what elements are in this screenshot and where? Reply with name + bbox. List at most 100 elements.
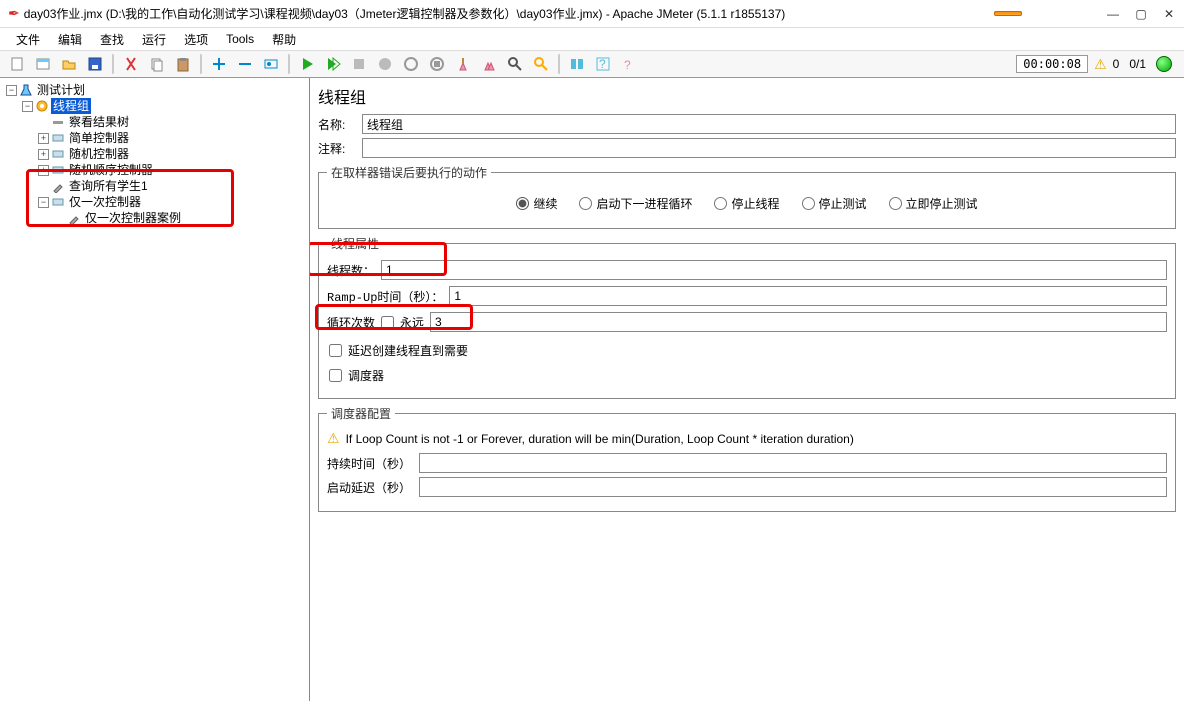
scheduler-legend: 调度器配置 <box>327 405 395 422</box>
radio-continue[interactable]: 继续 <box>516 195 557 212</box>
expand-icon[interactable]: + <box>38 133 49 144</box>
radio-stop-now[interactable]: 立即停止测试 <box>889 195 978 212</box>
start-icon[interactable] <box>296 53 318 75</box>
remote-stop-icon[interactable] <box>426 53 448 75</box>
tree-random-controller[interactable]: +随机控制器 <box>36 146 307 162</box>
collapse-icon[interactable]: − <box>38 197 49 208</box>
menubar: 文件 编辑 查找 运行 选项 Tools 帮助 <box>0 28 1184 50</box>
minimize-icon[interactable]: — <box>1106 7 1120 21</box>
loops-input[interactable] <box>430 312 1167 332</box>
titlebar: ✒ day03作业.jmx (D:\我的工作\自动化测试学习\课程视频\day0… <box>0 0 1184 28</box>
templates-icon[interactable] <box>32 53 54 75</box>
startup-delay-input[interactable] <box>419 477 1167 497</box>
help-shortcut-icon[interactable]: ? <box>592 53 614 75</box>
expand-icon[interactable]: + <box>38 165 49 176</box>
save-icon[interactable] <box>84 53 106 75</box>
collapse-icon[interactable]: − <box>6 85 17 96</box>
menu-run[interactable]: 运行 <box>134 29 174 50</box>
menu-tools[interactable]: Tools <box>218 30 262 48</box>
tree-sampler-query[interactable]: 查询所有学生1 <box>36 178 307 194</box>
separator <box>288 54 290 74</box>
warning-icon: ⚠ <box>327 430 340 447</box>
threads-label: 线程数： <box>327 262 375 279</box>
toolbar: ? ? 00:00:08 ⚠ 0 0/1 <box>0 50 1184 78</box>
controller-icon <box>51 147 65 161</box>
forever-label: 永远 <box>400 314 424 331</box>
controller-icon <box>51 163 65 177</box>
loops-label: 循环次数 <box>327 314 375 331</box>
tree-once-only-case[interactable]: 仅一次控制器案例 <box>52 210 307 226</box>
menu-file[interactable]: 文件 <box>8 29 48 50</box>
app-icon: ✒ <box>8 5 20 22</box>
tree-once-only-controller[interactable]: −仅一次控制器 <box>36 194 307 210</box>
stop-icon[interactable] <box>348 53 370 75</box>
reset-search-icon[interactable] <box>530 53 552 75</box>
expand-icon[interactable]: + <box>38 149 49 160</box>
duration-label: 持续时间（秒） <box>327 455 413 472</box>
copy-icon[interactable] <box>146 53 168 75</box>
panel-heading: 线程组 <box>318 84 1176 108</box>
menu-help[interactable]: 帮助 <box>264 29 304 50</box>
controller-icon <box>51 131 65 145</box>
svg-text:?: ? <box>624 58 631 72</box>
threads-input[interactable] <box>381 260 1167 280</box>
function-helper-icon[interactable] <box>566 53 588 75</box>
open-icon[interactable] <box>58 53 80 75</box>
toggle-icon[interactable] <box>260 53 282 75</box>
tree-pane[interactable]: − 测试计划 − 线程组 察看结果树 <box>0 78 310 701</box>
tree-random-order-controller[interactable]: +随机顺序控制器 <box>36 162 307 178</box>
spool-icon <box>35 99 49 113</box>
collapse-icon[interactable]: − <box>22 101 33 112</box>
separator <box>558 54 560 74</box>
shutdown-icon[interactable] <box>374 53 396 75</box>
remote-start-icon[interactable] <box>400 53 422 75</box>
expand-icon[interactable] <box>208 53 230 75</box>
delay-create-checkbox[interactable] <box>329 344 342 357</box>
warning-icon[interactable]: ⚠ <box>1094 56 1107 73</box>
tree-view-results[interactable]: 察看结果树 <box>36 114 307 130</box>
controller-icon <box>51 195 65 209</box>
new-icon[interactable] <box>6 53 28 75</box>
warning-count: 0 <box>1113 57 1120 71</box>
dropper-icon <box>67 211 81 225</box>
radio-stop-test[interactable]: 停止测试 <box>802 195 867 212</box>
forever-checkbox[interactable] <box>381 316 394 329</box>
window-title: day03作业.jmx (D:\我的工作\自动化测试学习\课程视频\day03（… <box>24 5 994 22</box>
name-input[interactable] <box>362 114 1176 134</box>
radio-start-next[interactable]: 启动下一进程循环 <box>579 195 692 212</box>
duration-input[interactable] <box>419 453 1167 473</box>
menu-find[interactable]: 查找 <box>92 29 132 50</box>
on-error-fieldset: 在取样器错误后要执行的动作 继续 启动下一进程循环 停止线程 停止测试 立即停止… <box>318 164 1176 229</box>
menu-edit[interactable]: 编辑 <box>50 29 90 50</box>
tree-thread-group[interactable]: − 线程组 <box>20 98 307 114</box>
clear-all-icon[interactable] <box>478 53 500 75</box>
maximize-icon[interactable]: ▢ <box>1134 7 1148 21</box>
comment-input[interactable] <box>362 138 1176 158</box>
what-icon[interactable]: ? <box>618 53 640 75</box>
collapse-icon[interactable] <box>234 53 256 75</box>
tree-test-plan[interactable]: − 测试计划 <box>4 82 307 98</box>
menu-options[interactable]: 选项 <box>176 29 216 50</box>
rampup-input[interactable] <box>449 286 1167 306</box>
active-threads: 0/1 <box>1125 57 1150 71</box>
on-error-legend: 在取样器错误后要执行的动作 <box>327 164 491 181</box>
status-indicator-icon <box>1156 56 1172 72</box>
thread-props-legend: 线程属性 <box>327 235 383 252</box>
rampup-label: Ramp-Up时间（秒）： <box>327 288 443 305</box>
comment-label: 注释: <box>318 140 362 157</box>
start-no-timers-icon[interactable] <box>322 53 344 75</box>
scheduler-fieldset: 调度器配置 ⚠ If Loop Count is not -1 or Forev… <box>318 405 1176 512</box>
cut-icon[interactable] <box>120 53 142 75</box>
search-icon[interactable] <box>504 53 526 75</box>
close-icon[interactable]: ✕ <box>1162 7 1176 21</box>
tree-simple-controller[interactable]: +简单控制器 <box>36 130 307 146</box>
thread-props-fieldset: 线程属性 线程数： Ramp-Up时间（秒）： 循环次数 永远 延迟创建线程直到… <box>318 235 1176 399</box>
radio-stop-thread[interactable]: 停止线程 <box>714 195 779 212</box>
clear-icon[interactable] <box>452 53 474 75</box>
name-label: 名称: <box>318 116 362 133</box>
scheduler-checkbox[interactable] <box>329 369 342 382</box>
dropper-icon <box>51 179 65 193</box>
scheduler-warning-text: If Loop Count is not -1 or Forever, dura… <box>346 432 854 446</box>
paste-icon[interactable] <box>172 53 194 75</box>
beaker-icon <box>19 83 33 97</box>
